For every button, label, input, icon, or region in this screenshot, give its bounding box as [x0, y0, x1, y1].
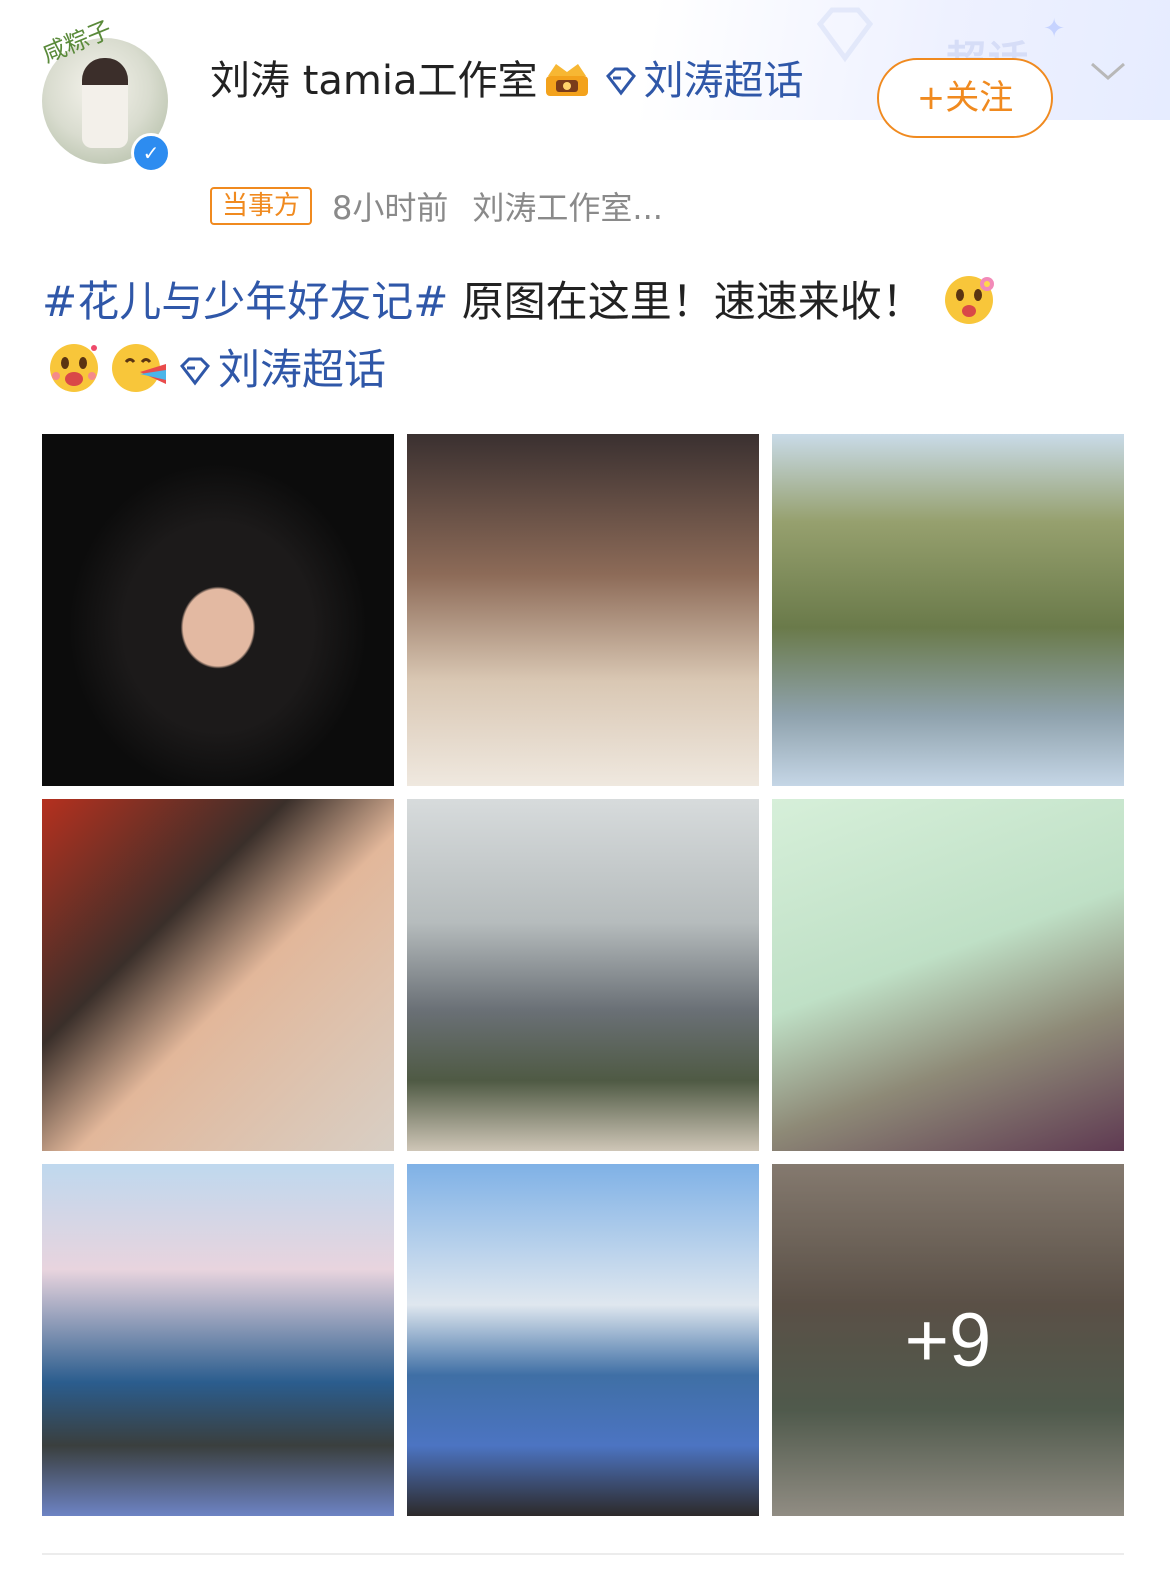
photo-7[interactable]: [42, 1164, 394, 1516]
photo-6[interactable]: [772, 799, 1124, 1151]
avatar-figure: [82, 58, 128, 148]
status-badge: 当事方: [210, 187, 313, 225]
photo-5[interactable]: [407, 799, 759, 1151]
post-meta: 当事方 8小时前 刘涛工作室...: [210, 183, 663, 229]
photo-3[interactable]: [772, 434, 1124, 786]
rainbow-face-emoji-icon: [112, 344, 166, 392]
sparkle-icon: ✦: [1043, 14, 1065, 44]
post-text: #花儿与少年好友记# 原图在这里！速速来收！ 刘涛超话: [42, 268, 1132, 404]
verified-icon: ✓: [131, 133, 171, 173]
user-line: 刘涛 tamia工作室 刘涛超话: [210, 52, 850, 110]
post-source[interactable]: 刘涛工作室...: [472, 183, 663, 229]
photo-4[interactable]: [42, 799, 394, 1151]
more-photos-count[interactable]: +9: [772, 1164, 1124, 1516]
post-time: 8小时前: [332, 189, 449, 227]
photo-9[interactable]: +9: [772, 1164, 1124, 1516]
post-body: 原图在这里！速速来收！: [448, 277, 924, 326]
chevron-down-icon[interactable]: [1088, 58, 1128, 84]
topic-link-2[interactable]: 刘涛超话: [218, 345, 386, 394]
follow-button[interactable]: +关注: [877, 58, 1053, 138]
user-name[interactable]: 刘涛 tamia工作室: [210, 58, 538, 104]
photo-8[interactable]: [407, 1164, 759, 1516]
diamond-icon: [605, 67, 636, 96]
flower-face-emoji-icon: [945, 276, 995, 324]
photo-1[interactable]: [42, 434, 394, 786]
crown-icon: [545, 64, 588, 96]
topic-link[interactable]: 刘涛超话: [644, 58, 804, 104]
hashtag-link[interactable]: #花儿与少年好友记#: [42, 277, 448, 326]
photo-2[interactable]: [407, 434, 759, 786]
photo-grid: +9: [42, 434, 1124, 1516]
diamond-icon: [180, 357, 210, 386]
divider: [42, 1553, 1124, 1555]
happy-face-emoji-icon: [50, 344, 98, 392]
